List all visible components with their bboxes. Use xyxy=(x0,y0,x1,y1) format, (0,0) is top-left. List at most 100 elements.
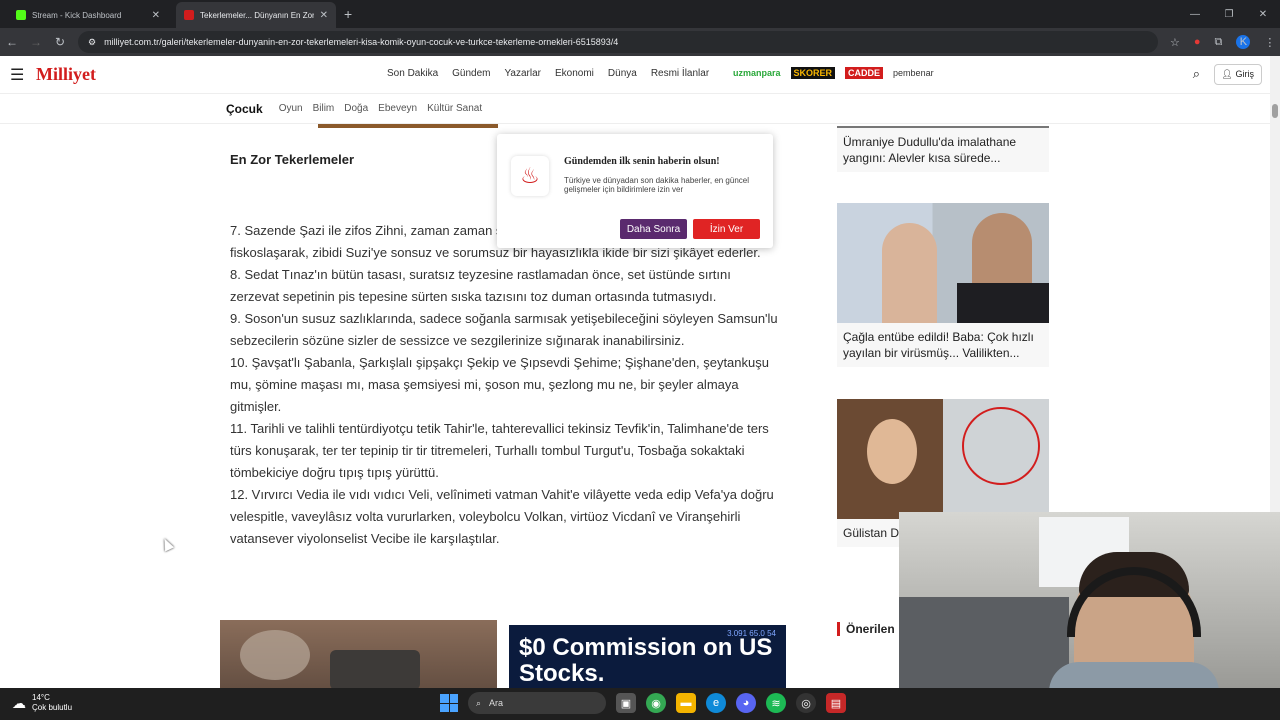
close-window-icon[interactable]: ✕ xyxy=(1246,0,1280,28)
discord-icon[interactable]: ◕ xyxy=(736,693,756,713)
back-icon[interactable]: ← xyxy=(0,35,24,49)
allow-button[interactable]: İzin Ver xyxy=(693,219,760,239)
close-tab-icon[interactable]: ✕ xyxy=(152,10,160,21)
bookmark-star-icon[interactable]: ☆ xyxy=(1170,36,1180,49)
login-label: Giriş xyxy=(1235,69,1255,79)
temperature: 14°C xyxy=(32,693,50,702)
site-header: ☰ Milliyet Son Dakika Gündem Yazarlar Ek… xyxy=(0,56,1270,94)
mouse-cursor-icon xyxy=(159,536,175,552)
popup-body: Türkiye ve dünyadan son dakika haberler,… xyxy=(564,176,750,194)
news-card[interactable]: Çağla entübe edildi! Baba: Çok hızlı yay… xyxy=(837,203,1049,367)
ad-headline: $0 Commission on US Stocks. xyxy=(519,634,773,687)
tongue-twister-11: 11. Tarihli ve talihli tentürdiyotçu tet… xyxy=(230,421,769,480)
subnav-kultur-sanat[interactable]: Kültür Sanat xyxy=(427,103,482,114)
site-info-icon[interactable]: ⚙ xyxy=(88,37,96,48)
kick-favicon-icon xyxy=(16,10,26,20)
tongue-twister-8: 8. Sedat Tınaz'ın bütün tasası, suratsız… xyxy=(230,267,731,304)
brand-uzmanpara[interactable]: uzmanpara xyxy=(733,68,781,78)
stocks-ad-banner[interactable]: $0 Commission on US Stocks. 3.091 65.0 5… xyxy=(509,625,786,688)
spotify-icon[interactable]: ≋ xyxy=(766,693,786,713)
nav-yazarlar[interactable]: Yazarlar xyxy=(505,68,542,79)
file-explorer-icon[interactable]: ▬ xyxy=(676,693,696,713)
weather-widget[interactable]: ☁ 14°C Çok bulutlu xyxy=(12,693,72,713)
menu-dots-icon[interactable]: ⋮ xyxy=(1264,36,1275,49)
extension-icon[interactable]: ● xyxy=(1194,36,1201,48)
brand-pembenar[interactable]: pembenar xyxy=(893,68,934,78)
new-tab-icon[interactable]: + xyxy=(344,6,352,22)
game-ad-banner[interactable] xyxy=(220,620,497,688)
milliyet-favicon-icon xyxy=(184,10,194,20)
recommended-title: Önerilen xyxy=(837,622,895,636)
news-card[interactable]: Ümraniye Dudullu'da imalathane yangını: … xyxy=(837,126,1049,172)
url-text: milliyet.com.tr/galeri/tekerlemeler-duny… xyxy=(104,37,619,47)
tab-title: Tekerlemeler... Dünyanın En Zor xyxy=(200,10,314,20)
tongue-twister-9: 9. Soson'un susuz sazlıklarında, sadece … xyxy=(230,311,778,348)
tongue-twister-12: 12. Vırvırcı Vedia ile vıdı vıdıcı Veli,… xyxy=(230,487,774,546)
search-label: Ara xyxy=(489,698,504,708)
site-logo[interactable]: Milliyet xyxy=(36,64,96,85)
app-icon[interactable]: ▤ xyxy=(826,693,846,713)
scrollbar-thumb[interactable] xyxy=(1272,104,1278,118)
subnav-doga[interactable]: Doğa xyxy=(344,103,368,114)
reload-icon[interactable]: ↻ xyxy=(48,35,72,49)
subnav-ebeveyn[interactable]: Ebeveyn xyxy=(378,103,417,114)
tab-title: Stream - Kick Dashboard xyxy=(32,10,122,20)
tongue-twister-10: 10. Şavşat'lı Şabanla, Şarkışlalı şipşak… xyxy=(230,355,769,414)
search-icon: ⌕ xyxy=(476,697,482,708)
sub-nav: Çocuk Oyun Bilim Doğa Ebeveyn Kültür San… xyxy=(0,94,1270,124)
windows-taskbar: ☁ 14°C Çok bulutlu ⌕ Ara ▣ ◉ ▬ e ◕ ≋ ◎ ▤ xyxy=(0,688,1280,720)
address-bar: ← → ↻ ⚙ milliyet.com.tr/galeri/tekerleme… xyxy=(0,28,1280,56)
notification-popup: ♨ Gündemden ilk senin haberin olsun! Tür… xyxy=(497,134,773,248)
ad-tank-image xyxy=(330,650,420,688)
subnav-oyun[interactable]: Oyun xyxy=(279,103,303,114)
card-caption: Ümraniye Dudullu'da imalathane yangını: … xyxy=(837,128,1049,172)
taskbar-search[interactable]: ⌕ Ara xyxy=(468,692,606,714)
extensions-puzzle-icon[interactable]: ⧉ xyxy=(1215,36,1223,49)
category-title[interactable]: Çocuk xyxy=(226,102,263,116)
highlight-circle xyxy=(962,407,1040,485)
task-view-icon[interactable]: ▣ xyxy=(616,693,636,713)
chrome-icon[interactable]: ◉ xyxy=(646,693,666,713)
nav-ekonomi[interactable]: Ekonomi xyxy=(555,68,594,79)
weather-condition: Çok bulutlu xyxy=(32,703,73,712)
minimize-icon[interactable]: — xyxy=(1178,0,1212,28)
user-icon: 👤︎ xyxy=(1221,69,1233,79)
close-tab-icon[interactable]: ✕ xyxy=(320,10,328,21)
milliyet-flame-icon: ♨ xyxy=(511,156,549,196)
partner-brands: uzmanpara SKORER CADDE pembenar xyxy=(733,67,934,79)
nav-resmi-ilanlar[interactable]: Resmi İlanlar xyxy=(651,68,709,79)
nav-gundem[interactable]: Gündem xyxy=(452,68,490,79)
forward-icon[interactable]: → xyxy=(24,35,48,49)
taskbar-apps: ⌕ Ara ▣ ◉ ▬ e ◕ ≋ ◎ ▤ xyxy=(440,692,846,714)
windows-start-icon[interactable] xyxy=(440,694,458,712)
search-icon[interactable]: ⌕ xyxy=(1193,66,1200,82)
hamburger-menu-icon[interactable]: ☰ xyxy=(10,65,32,85)
webcam-overlay xyxy=(899,512,1280,688)
browser-tab-bar: Stream - Kick Dashboard ✕ Tekerlemeler..… xyxy=(0,0,1280,28)
article-body: 7. Sazende Şazi ile zifos Zihni, zaman z… xyxy=(230,220,780,550)
profile-avatar[interactable]: K xyxy=(1236,35,1251,49)
later-button[interactable]: Daha Sonra xyxy=(620,219,687,239)
card-photo xyxy=(837,399,1049,519)
popup-title: Gündemden ilk senin haberin olsun! xyxy=(564,156,720,167)
tab-kick[interactable]: Stream - Kick Dashboard ✕ xyxy=(8,2,168,28)
ad-ticker: 3.091 65.0 54 xyxy=(727,629,776,638)
card-photo xyxy=(837,203,1049,323)
brand-cadde[interactable]: CADDE xyxy=(845,67,884,79)
maximize-icon[interactable]: ❐ xyxy=(1212,0,1246,28)
top-nav: Son Dakika Gündem Yazarlar Ekonomi Dünya… xyxy=(387,68,709,79)
subnav-bilim[interactable]: Bilim xyxy=(313,103,335,114)
url-field[interactable]: ⚙ milliyet.com.tr/galeri/tekerlemeler-du… xyxy=(78,31,1158,53)
image-bottom-strip xyxy=(318,124,498,128)
nav-son-dakika[interactable]: Son Dakika xyxy=(387,68,438,79)
window-controls: — ❐ ✕ xyxy=(1178,0,1280,28)
obs-icon[interactable]: ◎ xyxy=(796,693,816,713)
tab-milliyet[interactable]: Tekerlemeler... Dünyanın En Zor ✕ xyxy=(176,2,336,28)
nav-dunya[interactable]: Dünya xyxy=(608,68,637,79)
login-button[interactable]: 👤︎ Giriş xyxy=(1213,64,1262,85)
edge-icon[interactable]: e xyxy=(706,693,726,713)
cloud-icon: ☁ xyxy=(12,694,26,711)
ad-smoke-image xyxy=(240,630,310,680)
brand-skorer[interactable]: SKORER xyxy=(790,67,836,79)
article-heading: En Zor Tekerlemeler xyxy=(230,152,355,167)
